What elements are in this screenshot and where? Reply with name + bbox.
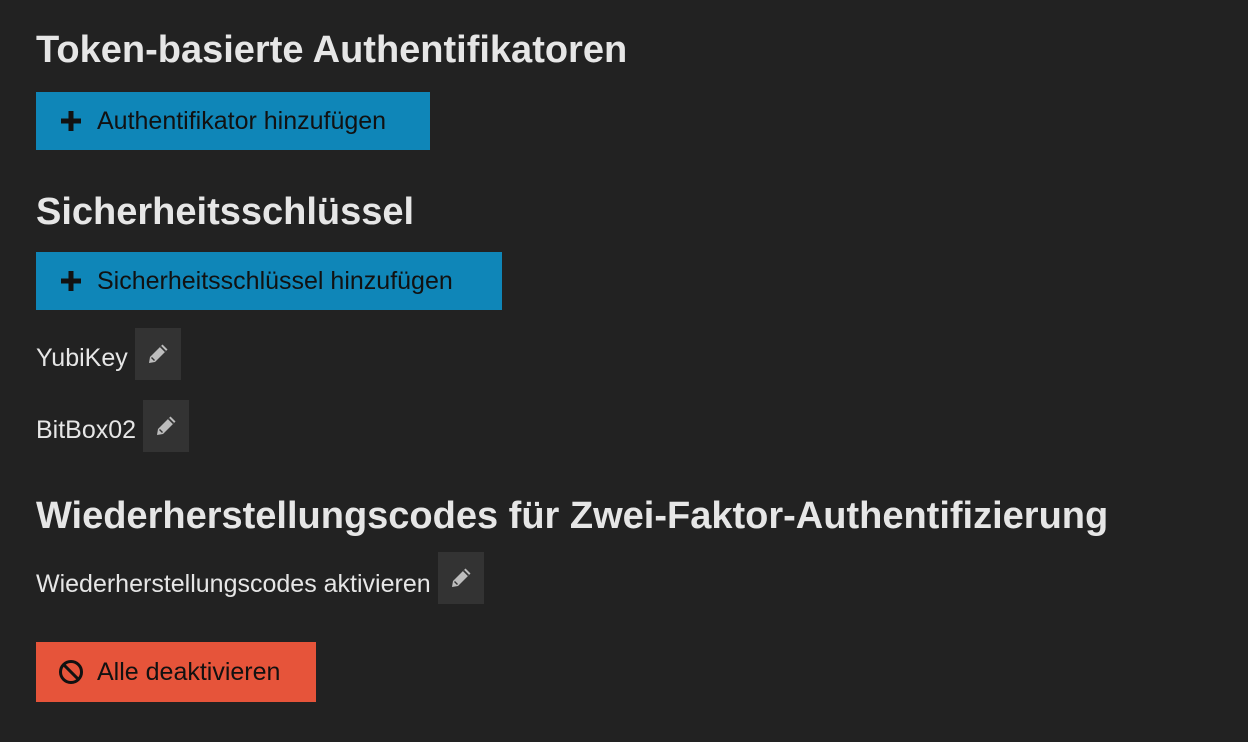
disable-all-button[interactable]: Alle deaktivieren <box>36 642 316 702</box>
enable-recovery-codes-label: Wiederherstellungscodes aktivieren <box>36 569 431 598</box>
token-authenticators-heading: Token-basierte Authentifikatoren <box>36 29 628 71</box>
recovery-codes-heading: Wiederherstellungscodes für Zwei-Faktor-… <box>36 495 1109 537</box>
recovery-codes-item: Wiederherstellungscodes aktivieren <box>36 552 484 610</box>
security-key-name: YubiKey <box>36 343 128 372</box>
add-security-key-label: Sicherheitsschlüssel hinzufügen <box>97 266 453 295</box>
security-key-name: BitBox02 <box>36 415 137 444</box>
security-key-item: YubiKey <box>36 328 181 384</box>
edit-security-key-button[interactable] <box>134 328 181 380</box>
ban-icon <box>58 659 84 685</box>
edit-security-key-button[interactable] <box>143 400 190 452</box>
plus-icon <box>58 108 84 134</box>
disable-all-label: Alle deaktivieren <box>97 657 281 686</box>
add-authenticator-label: Authentifikator hinzufügen <box>97 106 387 135</box>
security-key-item: BitBox02 <box>36 400 190 456</box>
pencil-icon <box>154 414 178 438</box>
add-authenticator-button[interactable]: Authentifikator hinzufügen <box>36 92 430 150</box>
edit-recovery-codes-button[interactable] <box>437 552 484 604</box>
add-security-key-button[interactable]: Sicherheitsschlüssel hinzufügen <box>36 252 502 310</box>
plus-icon <box>58 268 84 294</box>
security-keys-heading: Sicherheitsschlüssel <box>36 191 415 233</box>
pencil-icon <box>146 342 170 366</box>
pencil-icon <box>449 566 473 590</box>
